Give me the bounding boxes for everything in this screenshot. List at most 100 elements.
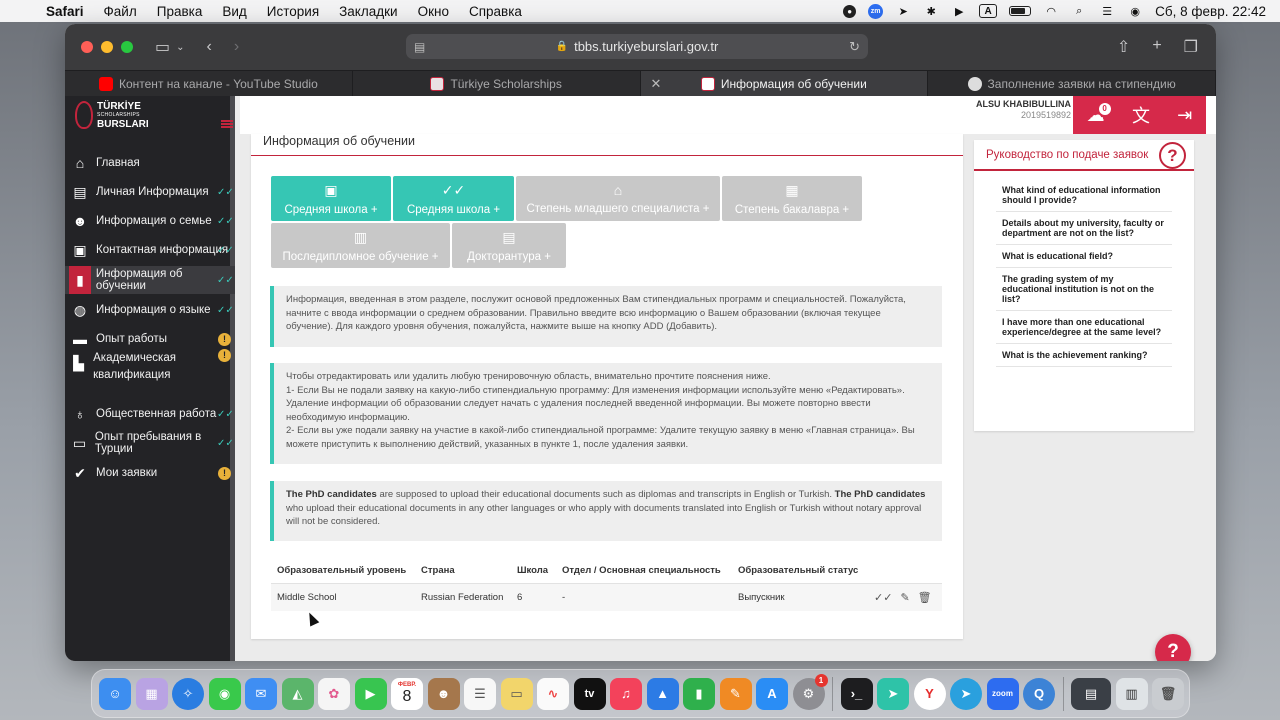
facetime-icon[interactable]: ▶ xyxy=(354,677,387,710)
back-icon[interactable]: ‹ xyxy=(207,38,212,56)
menu-bookmarks[interactable]: Закладки xyxy=(329,4,407,19)
menu-app-name[interactable]: Safari xyxy=(36,4,94,19)
quicktime-icon[interactable]: Q xyxy=(1023,677,1055,710)
add-high-school-button[interactable]: ✓✓ Средняя школа + xyxy=(393,176,514,221)
menu-view[interactable]: Вид xyxy=(212,4,256,19)
page-menu-icon[interactable]: ▤ xyxy=(414,40,425,54)
apple-tv-icon[interactable]: tv xyxy=(573,677,606,710)
zoom-window-button[interactable] xyxy=(121,41,133,53)
calendar-icon[interactable]: ФЕВР. 8 xyxy=(391,677,423,710)
messages-icon[interactable]: ◉ xyxy=(208,677,241,710)
reload-icon[interactable]: ↻ xyxy=(849,39,860,55)
double-check-icon[interactable]: ✓✓ xyxy=(874,591,892,604)
contacts-icon[interactable]: ☻ xyxy=(427,677,460,710)
notes-icon[interactable]: ▭ xyxy=(500,677,533,710)
clock[interactable]: Сб, 8 февр. 22:42 xyxy=(1155,4,1266,19)
help-button[interactable]: ? xyxy=(1155,634,1191,661)
sidebar-item-9[interactable]: ♁ Общественная работа ✓✓ xyxy=(65,400,235,428)
delete-trash-icon[interactable]: 🗑 xyxy=(918,591,932,604)
keynote-icon[interactable]: ▲ xyxy=(646,677,679,710)
system-settings-icon[interactable]: ⚙ 1 xyxy=(792,673,828,710)
document-stack-icon[interactable]: ▥ xyxy=(1115,677,1148,710)
sidebar-item-5[interactable]: ▮ Информация об обучении ✓✓ xyxy=(65,266,235,294)
freeform-icon[interactable]: ∿ xyxy=(537,677,569,710)
sidebar-item-10[interactable]: ▭ Опыт пребывания в Турции ✓✓ xyxy=(65,429,235,457)
cloud-upload-icon[interactable]: ☁ 0 xyxy=(1087,102,1111,126)
send-app-icon[interactable]: ➤ xyxy=(877,677,909,710)
warning-badge-icon: ! xyxy=(218,332,231,346)
minimize-window-button[interactable] xyxy=(101,41,113,53)
downloads-stack-icon[interactable]: ▤ xyxy=(1071,677,1111,710)
menu-file[interactable]: Файл xyxy=(94,4,147,19)
close-window-button[interactable] xyxy=(81,41,93,53)
terminal-icon[interactable]: ›_ xyxy=(840,677,873,710)
faq-item[interactable]: I have more than one educational experie… xyxy=(996,311,1172,344)
sidebar-item-6[interactable]: ◍ Информация о языке ✓✓ xyxy=(65,296,235,324)
tab-youtube-studio[interactable]: Контент на канале - YouTube Studio xyxy=(65,71,353,97)
finder-icon[interactable]: ☺ xyxy=(99,677,131,710)
app-store-icon[interactable]: A xyxy=(756,677,788,710)
telegram-status-icon[interactable]: ➤ xyxy=(895,4,911,18)
tab-application[interactable]: Заполнение заявки на стипендию xyxy=(928,71,1216,97)
sidebar-item-8[interactable]: ▙ Академическая квалификация! xyxy=(65,349,235,385)
mail-icon[interactable]: ✉ xyxy=(245,677,277,710)
pages-icon[interactable]: ✎ xyxy=(719,677,752,710)
play-status-icon[interactable]: ▶ xyxy=(951,4,967,18)
tab-turkiye-scholarships[interactable]: Türkiye Scholarships xyxy=(353,71,641,97)
sidebar-item-4[interactable]: ▣ Контактная информация ✓✓ xyxy=(65,236,235,264)
sidebar-item-11[interactable]: ✔ Мои заявки! xyxy=(65,459,235,487)
hamburger-menu-icon[interactable] xyxy=(221,120,233,128)
forward-icon[interactable]: › xyxy=(234,38,239,56)
edit-pencil-icon[interactable]: ✎ xyxy=(900,591,909,604)
record-icon[interactable]: ● xyxy=(843,4,857,18)
add-associate-degree-button[interactable]: ⌂ Степень младшего специалиста + xyxy=(516,176,720,221)
sidebar-toggle-icon[interactable]: ▭ xyxy=(155,37,170,57)
zoom-app-icon[interactable]: zoom xyxy=(986,677,1019,710)
add-middle-school-button[interactable]: ▣ Средняя школа + xyxy=(271,176,391,221)
new-tab-icon[interactable]: + xyxy=(1152,37,1161,57)
app-status-icon[interactable]: ✱ xyxy=(923,4,939,18)
telegram-icon[interactable]: ➤ xyxy=(950,677,982,710)
faq-item[interactable]: What is educational field? xyxy=(996,245,1172,268)
music-icon[interactable]: ♫ xyxy=(610,677,642,710)
tab-education-info[interactable]: ✕ Информация об обучении xyxy=(640,71,929,97)
sidebar-item-2[interactable]: ▤ Личная Информация ✓✓ xyxy=(65,178,235,206)
safari-icon[interactable]: ✧ xyxy=(172,677,204,710)
menu-help[interactable]: Справка xyxy=(459,4,532,19)
sidebar-item-1[interactable]: ⌂ Главная xyxy=(65,149,235,177)
input-source-icon[interactable]: A xyxy=(979,4,998,18)
photos-icon[interactable]: ✿ xyxy=(318,677,350,710)
chevron-down-icon[interactable]: ⌄ xyxy=(176,42,184,53)
menu-history[interactable]: История xyxy=(257,4,329,19)
add-postgraduate-button[interactable]: ▥ Последипломное обучение + xyxy=(271,223,450,268)
battery-icon[interactable] xyxy=(1009,6,1032,16)
yandex-browser-icon[interactable]: Y xyxy=(913,677,946,710)
launchpad-icon[interactable]: ▦ xyxy=(135,677,168,710)
control-center-icon[interactable]: ☰ xyxy=(1099,4,1115,18)
menu-edit[interactable]: Правка xyxy=(147,4,213,19)
faq-item[interactable]: Details about my university, faculty or … xyxy=(996,212,1172,245)
siri-icon[interactable]: ◉ xyxy=(1127,4,1143,18)
logout-icon[interactable]: ⇥ xyxy=(1177,105,1192,126)
zoom-status-icon[interactable]: zm xyxy=(868,3,884,19)
brand-logo[interactable]: TÜRKİYE SCHOLARSHIPS BURSLARI xyxy=(65,96,233,134)
faq-item[interactable]: The grading system of my educational ins… xyxy=(996,268,1172,311)
sidebar-item-3[interactable]: ☻ Информация о семье ✓✓ xyxy=(65,207,235,235)
numbers-icon[interactable]: ▮ xyxy=(683,677,715,710)
question-mark-icon[interactable]: ? xyxy=(1159,142,1186,169)
share-icon[interactable]: ⇧ xyxy=(1117,37,1130,57)
add-doctorate-button[interactable]: ▤ Докторантура + xyxy=(452,223,566,268)
add-bachelor-button[interactable]: ▦ Степень бакалавра + xyxy=(722,176,862,221)
reminders-icon[interactable]: ☰ xyxy=(464,677,496,710)
maps-icon[interactable]: ◭ xyxy=(281,677,314,710)
faq-item[interactable]: What is the achievement ranking? xyxy=(996,344,1172,367)
address-bar[interactable]: ▤ 🔒 tbbs.turkiyeburslari.gov.tr ↻ xyxy=(406,34,868,59)
tab-overview-icon[interactable]: ❐ xyxy=(1184,37,1198,57)
trash-icon[interactable]: 🗑 xyxy=(1152,677,1184,710)
search-icon[interactable]: ⌕ xyxy=(1071,4,1087,18)
close-tab-icon[interactable]: ✕ xyxy=(651,76,662,92)
faq-item[interactable]: What kind of educational information sho… xyxy=(996,179,1172,212)
language-icon[interactable]: 文 xyxy=(1132,102,1150,128)
menu-window[interactable]: Окно xyxy=(408,4,459,19)
wifi-icon[interactable]: ◠ xyxy=(1043,4,1059,18)
